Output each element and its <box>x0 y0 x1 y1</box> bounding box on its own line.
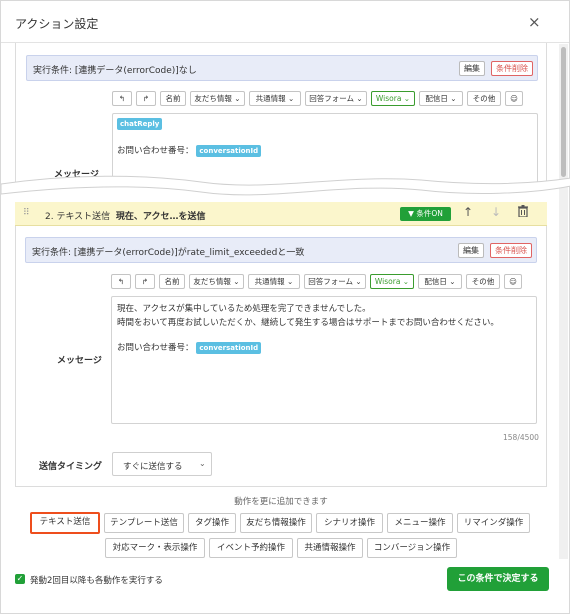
undo-icon[interactable]: ↰ <box>112 91 132 106</box>
variable-tag-chatreply: chatReply <box>117 118 163 130</box>
char-counter: 158/4500 <box>503 433 539 442</box>
message-ref-prefix: お問い合わせ番号： <box>117 343 194 353</box>
variable-tag-conversationid: conversationId <box>196 342 262 354</box>
common-info-dropdown[interactable]: 共通情報 ⌄ <box>248 274 300 289</box>
wisora-dropdown[interactable]: Wisora ⌄ <box>370 274 414 289</box>
repeat-execution-checkbox[interactable]: ✓ <box>15 574 25 584</box>
previous-action-card: 実行条件: [連携データ(errorCode)]なし 編集 条件削除 ↰ ↱ 名… <box>15 43 547 183</box>
scrollbar-thumb[interactable] <box>561 47 566 177</box>
arrow-up-icon[interactable]: ↑ <box>463 205 473 219</box>
answer-form-dropdown[interactable]: 回答フォーム ⌄ <box>305 91 367 106</box>
add-common-info-operation-button[interactable]: 共通情報操作 <box>297 538 363 558</box>
timing-value: すぐに送信する <box>123 462 183 472</box>
wisora-dropdown[interactable]: Wisora ⌄ <box>371 91 415 106</box>
torn-edge-divider <box>1 175 570 196</box>
message-toolbar: ↰ ↱ 名前 友だち情報 ⌄ 共通情報 ⌄ 回答フォーム ⌄ Wisora ⌄ … <box>112 91 532 107</box>
modal-header: アクション設定 × <box>1 1 569 43</box>
action-header: ⠿ 2. テキスト送信 現在、アクセ…を送信 ▼ 条件ON ↑ ↓ <box>15 202 547 226</box>
trash-icon[interactable] <box>518 205 528 220</box>
message-line-1: 現在、アクセスが集中しているため処理を完了できませんでした。 <box>117 304 371 314</box>
add-menu-operation-button[interactable]: メニュー操作 <box>387 513 453 533</box>
condition-bar: 実行条件: [連携データ(errorCode)]がrate_limit_exce… <box>25 237 537 263</box>
action-summary: 現在、アクセ…を送信 <box>115 212 206 222</box>
other-button[interactable]: その他 <box>467 91 501 106</box>
common-info-dropdown[interactable]: 共通情報 ⌄ <box>249 91 301 106</box>
delivery-date-dropdown[interactable]: 配信日 ⌄ <box>418 274 462 289</box>
answer-form-dropdown[interactable]: 回答フォーム ⌄ <box>304 274 366 289</box>
add-action-label: 動作を更に追加できます <box>234 497 328 507</box>
undo-icon[interactable]: ↰ <box>111 274 131 289</box>
check-icon: ✓ <box>16 574 24 583</box>
action-settings-modal: アクション設定 × 実行条件: [連携データ(errorCode)]なし 編集 … <box>0 0 570 614</box>
grip-icon[interactable]: ⠿ <box>23 208 31 218</box>
action-title: 2. テキスト送信 現在、アクセ…を送信 <box>45 209 205 222</box>
add-tag-operation-button[interactable]: タグ操作 <box>188 513 236 533</box>
other-button[interactable]: その他 <box>466 274 500 289</box>
action-number: 2. テキスト送信 <box>45 212 111 222</box>
message-toolbar: ↰ ↱ 名前 友だち情報 ⌄ 共通情報 ⌄ 回答フォーム ⌄ Wisora ⌄ … <box>111 274 531 290</box>
emoji-icon[interactable]: ☺ <box>505 91 523 106</box>
friend-info-dropdown[interactable]: 友だち情報 ⌄ <box>190 91 245 106</box>
friend-info-dropdown[interactable]: 友だち情報 ⌄ <box>189 274 244 289</box>
timing-label: 送信タイミング <box>39 462 103 472</box>
add-reminder-operation-button[interactable]: リマインダ操作 <box>457 513 530 533</box>
emoji-icon[interactable]: ☺ <box>504 274 522 289</box>
edit-condition-button[interactable]: 編集 <box>459 61 485 76</box>
close-icon[interactable]: × <box>528 13 541 31</box>
variable-tag-conversationid: conversationId <box>196 145 262 157</box>
message-line-2: 時間をおいて再度お試しいただくか、継続して発生する場合はサポートまでお問い合わせ… <box>117 318 499 328</box>
insert-name-button[interactable]: 名前 <box>159 274 185 289</box>
add-text-send-button[interactable]: テキスト送信 <box>30 512 100 534</box>
delivery-date-dropdown[interactable]: 配信日 ⌄ <box>419 91 463 106</box>
message-textarea[interactable]: 現在、アクセスが集中しているため処理を完了できませんでした。 時間をおいて再度お… <box>111 296 537 424</box>
add-scenario-operation-button[interactable]: シナリオ操作 <box>316 513 383 533</box>
add-template-send-button[interactable]: テンプレート送信 <box>104 513 184 533</box>
modal-title: アクション設定 <box>15 17 99 31</box>
redo-icon[interactable]: ↱ <box>135 274 155 289</box>
timing-select[interactable]: すぐに送信する ⌄ <box>112 452 212 476</box>
condition-text: 実行条件: [連携データ(errorCode)]なし <box>33 66 197 76</box>
redo-icon[interactable]: ↱ <box>136 91 156 106</box>
message-line: お問い合わせ番号： <box>117 146 194 156</box>
arrow-down-icon[interactable]: ↓ <box>491 205 501 219</box>
repeat-execution-label: 発動2回目以降も各動作を実行する <box>30 576 163 586</box>
condition-text: 実行条件: [連携データ(errorCode)]がrate_limit_exce… <box>32 248 305 258</box>
add-event-reservation-operation-button[interactable]: イベント予約操作 <box>209 538 293 558</box>
delete-condition-button[interactable]: 条件削除 <box>491 61 533 76</box>
message-label: メッセージ <box>57 356 102 366</box>
condition-on-button[interactable]: ▼ 条件ON <box>400 207 451 221</box>
condition-bar: 実行条件: [連携データ(errorCode)]なし 編集 条件削除 <box>26 55 538 81</box>
insert-name-button[interactable]: 名前 <box>160 91 186 106</box>
submit-condition-button[interactable]: この条件で決定する <box>447 567 549 591</box>
condition-on-label: 条件ON <box>416 209 443 218</box>
add-friend-info-operation-button[interactable]: 友だち情報操作 <box>240 513 312 533</box>
delete-condition-button[interactable]: 条件削除 <box>490 243 532 258</box>
edit-condition-button[interactable]: 編集 <box>458 243 484 258</box>
filter-icon: ▼ <box>408 209 414 218</box>
add-mark-display-operation-button[interactable]: 対応マーク・表示操作 <box>105 538 205 558</box>
add-conversion-operation-button[interactable]: コンバージョン操作 <box>367 538 457 558</box>
chevron-down-icon: ⌄ <box>199 459 206 468</box>
